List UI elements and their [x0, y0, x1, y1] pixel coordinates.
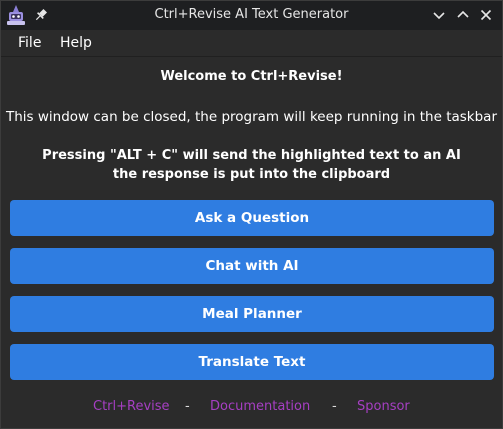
menu-bar: File Help — [1, 30, 502, 56]
welcome-heading: Welcome to Ctrl+Revise! — [160, 69, 343, 84]
title-bar[interactable]: Ctrl+Revise AI Text Generator — [1, 1, 502, 30]
translate-text-button[interactable]: Translate Text — [10, 344, 494, 380]
app-window: Ctrl+Revise AI Text Generator File Help … — [0, 0, 503, 429]
window-title: Ctrl+Revise AI Text Generator — [154, 7, 349, 22]
hotkey-instruction-line1: Pressing "ALT + C" will send the highlig… — [42, 148, 461, 163]
close-icon[interactable] — [477, 6, 495, 24]
footer-separator: - — [332, 399, 337, 414]
hotkey-instruction-line2: the response is put into the clipboard — [112, 167, 391, 182]
chat-with-ai-button[interactable]: Chat with AI — [10, 248, 494, 284]
ask-question-button[interactable]: Ask a Question — [10, 200, 494, 236]
sponsor-link[interactable]: Sponsor — [357, 399, 410, 414]
documentation-link[interactable]: Documentation — [210, 399, 310, 414]
chevron-up-icon[interactable] — [454, 6, 472, 24]
info-text: This window can be closed, the program w… — [5, 109, 498, 125]
meal-planner-button[interactable]: Meal Planner — [10, 296, 494, 332]
ctrl-revise-link[interactable]: Ctrl+Revise — [93, 399, 170, 414]
menu-divider — [1, 56, 502, 57]
footer-links: Ctrl+Revise - Documentation - Sponsor — [1, 399, 502, 417]
chevron-down-icon[interactable] — [430, 6, 448, 24]
footer-separator: - — [185, 399, 190, 414]
menu-help[interactable]: Help — [60, 35, 92, 51]
menu-file[interactable]: File — [18, 35, 41, 51]
